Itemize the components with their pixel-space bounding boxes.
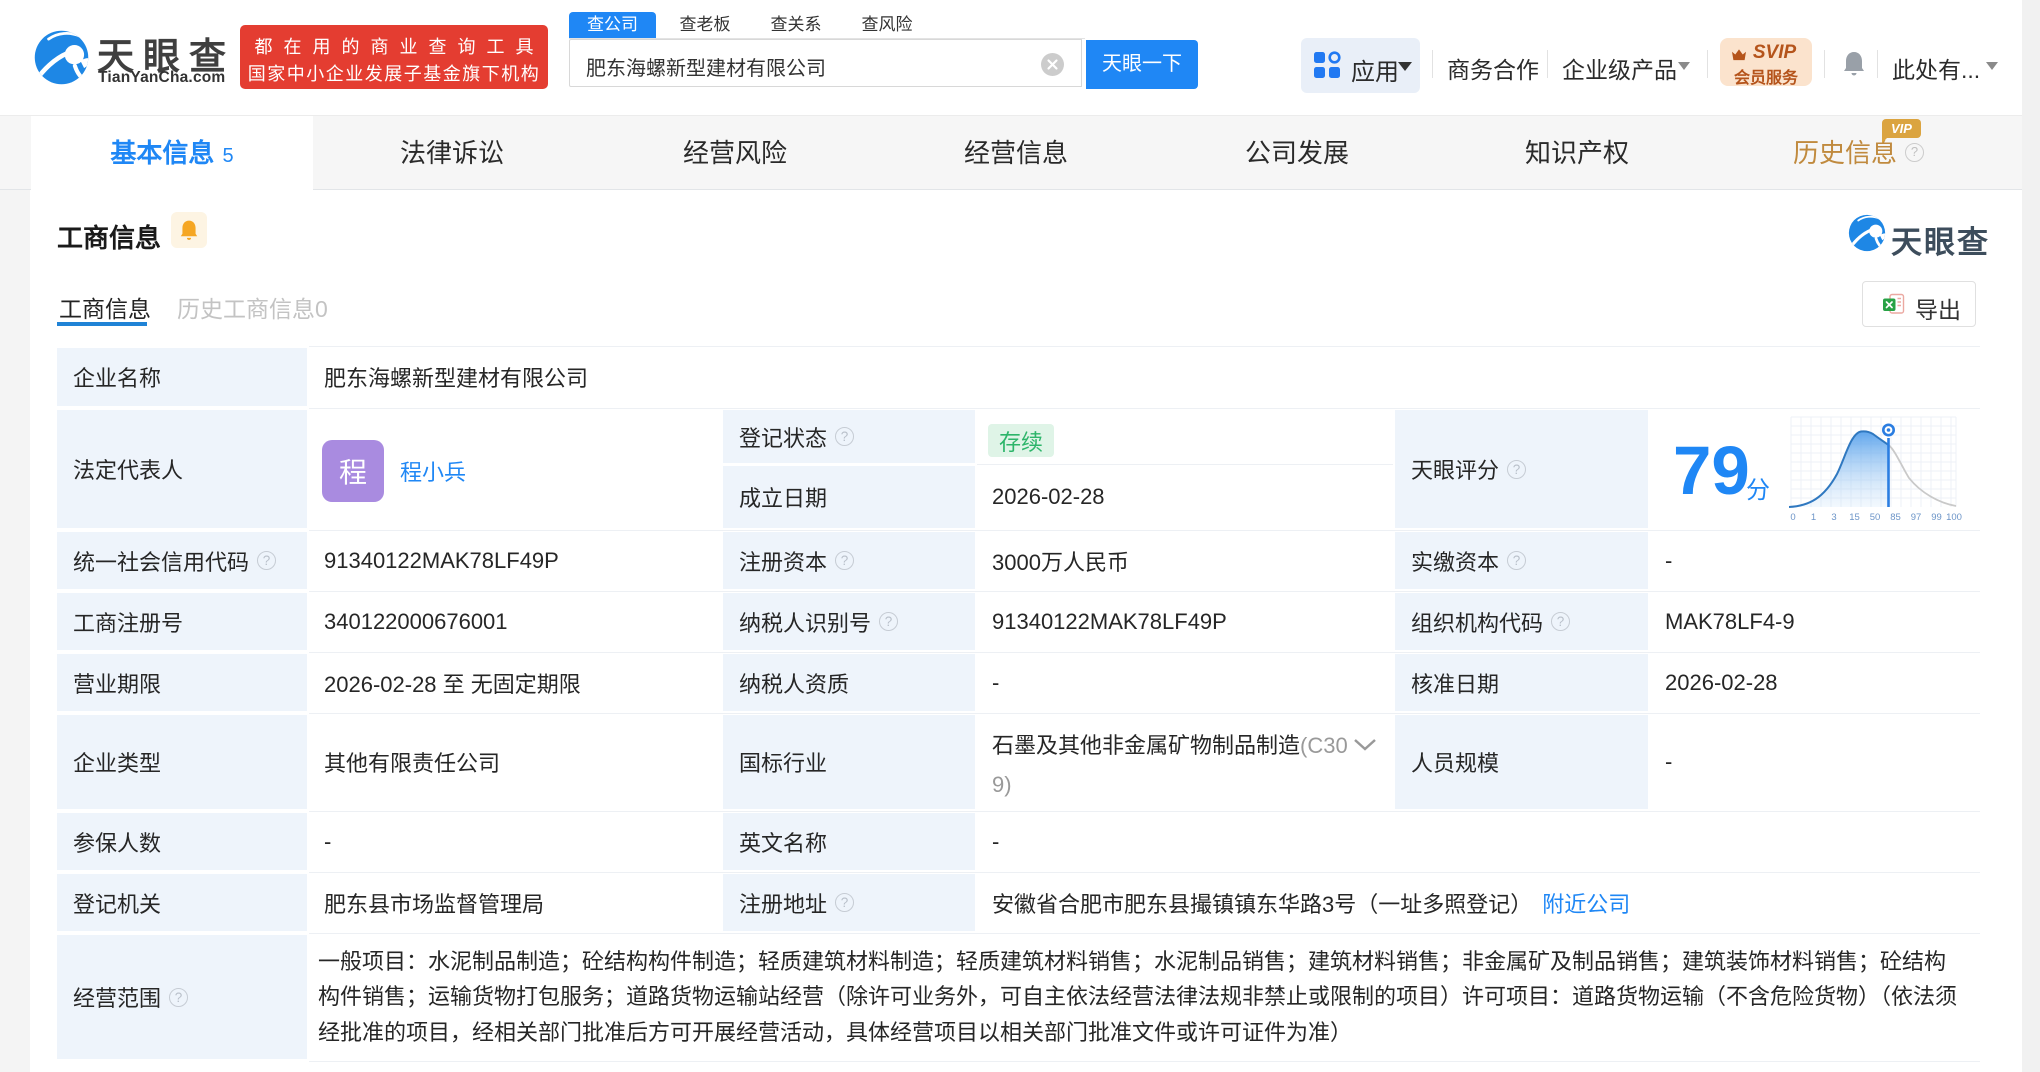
- svg-text:100: 100: [1946, 512, 1962, 522]
- svg-text:97: 97: [1911, 512, 1922, 522]
- svg-text:0: 0: [1790, 512, 1795, 522]
- svg-text:15: 15: [1849, 512, 1860, 522]
- svg-text:1: 1: [1811, 512, 1816, 522]
- svg-text:50: 50: [1870, 512, 1881, 522]
- svg-text:3: 3: [1831, 512, 1836, 522]
- svg-text:99: 99: [1931, 512, 1942, 522]
- svg-text:85: 85: [1890, 512, 1901, 522]
